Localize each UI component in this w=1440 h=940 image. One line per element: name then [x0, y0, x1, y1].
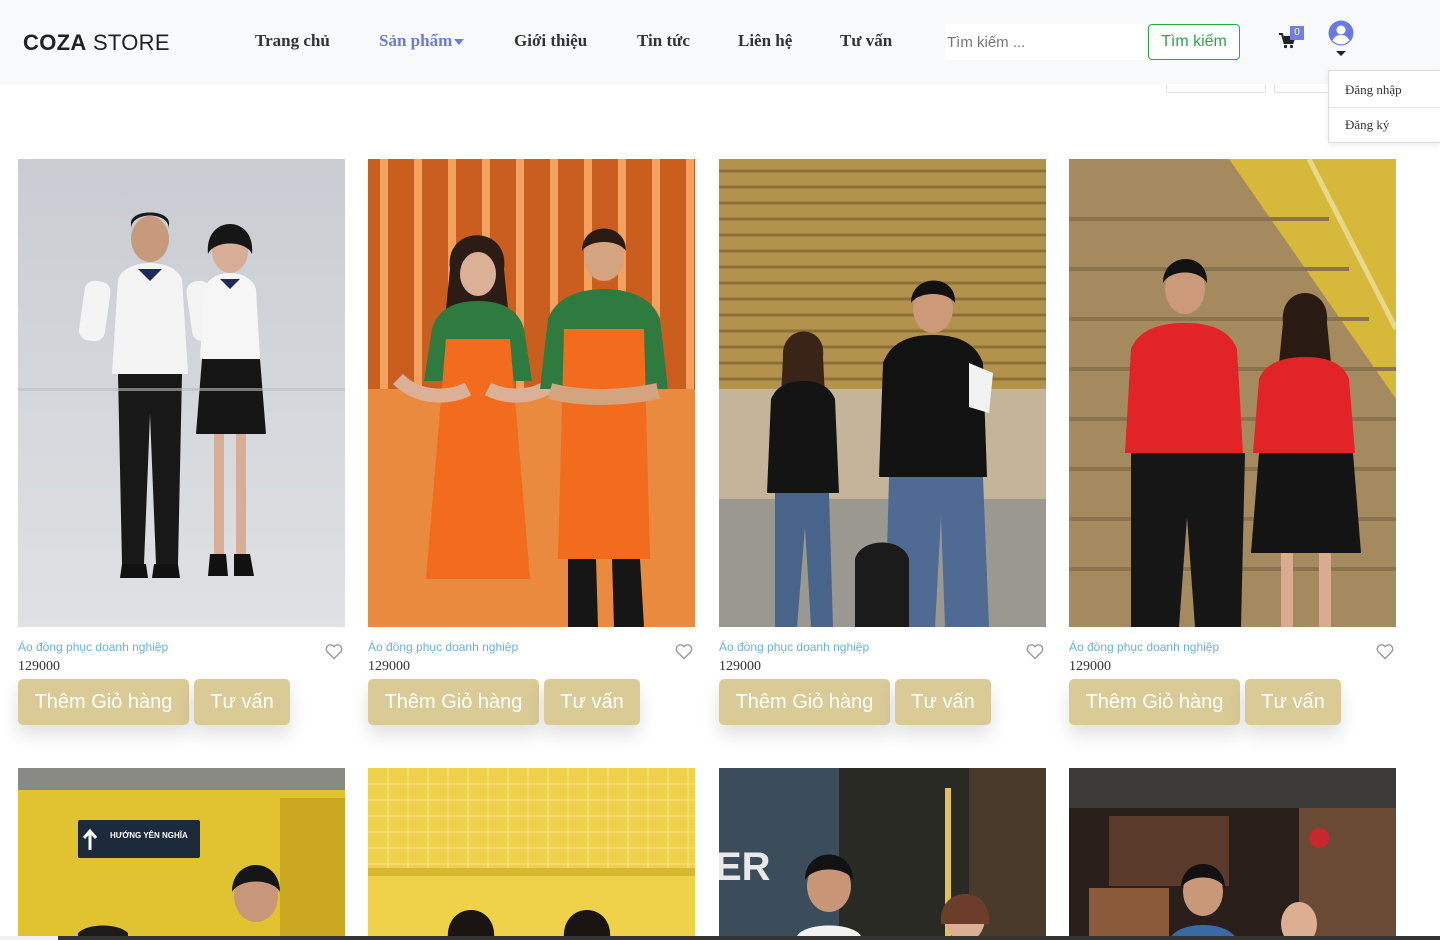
- heart-icon[interactable]: [324, 642, 344, 660]
- product-category-link[interactable]: Áo đồng phục doanh nghiệp: [719, 640, 869, 654]
- product-image[interactable]: [1069, 768, 1396, 940]
- user-avatar-icon[interactable]: [1326, 20, 1356, 60]
- product-image[interactable]: [1069, 159, 1396, 627]
- add-to-cart-button[interactable]: Thêm Giỏ hàng: [18, 679, 189, 725]
- advise-button[interactable]: Tư vấn: [1245, 679, 1341, 725]
- nav-item-news[interactable]: Tin tức: [637, 31, 690, 51]
- product-image[interactable]: [368, 159, 695, 627]
- product-category-link[interactable]: Áo đồng phục doanh nghiệp: [368, 640, 518, 654]
- heart-icon[interactable]: [674, 642, 694, 660]
- product-price: 129000: [1069, 659, 1111, 674]
- search-input[interactable]: [945, 24, 1145, 60]
- product-image[interactable]: ER: [719, 768, 1046, 940]
- station-sign-text: HƯỚNG YÊN NGHĨA: [110, 831, 188, 840]
- product-image[interactable]: [719, 159, 1046, 627]
- hidden-control: [1274, 84, 1334, 93]
- add-to-cart-button[interactable]: Thêm Giỏ hàng: [719, 679, 890, 725]
- search-button[interactable]: Tìm kiếm: [1148, 24, 1240, 60]
- horizontal-scrollbar[interactable]: [0, 936, 1440, 940]
- nav-item-advice[interactable]: Tư vấn: [840, 31, 892, 51]
- heart-icon[interactable]: [1375, 642, 1395, 660]
- product-image[interactable]: [18, 159, 345, 627]
- advise-button[interactable]: Tư vấn: [194, 679, 290, 725]
- nav-item-products[interactable]: Sản phẩm: [379, 31, 465, 51]
- user-dropdown-menu: Đăng nhập Đăng ký: [1328, 70, 1440, 143]
- advise-button[interactable]: Tư vấn: [895, 679, 991, 725]
- product-price: 129000: [18, 659, 60, 674]
- storefront-sign-decor: ER: [719, 845, 771, 889]
- hidden-control: [1166, 84, 1266, 93]
- product-price: 129000: [368, 659, 410, 674]
- login-link[interactable]: Đăng nhập: [1345, 82, 1402, 98]
- scrollbar-track-start: [0, 936, 58, 940]
- product-image[interactable]: HƯỚNG YÊN NGHĨA: [18, 768, 345, 940]
- cart-count-badge: 0: [1290, 26, 1304, 40]
- divider: [1329, 107, 1440, 108]
- logo-bold: COZA: [23, 30, 87, 55]
- site-header: COZA STORE Trang chủ Sản phẩm Giới thiệu…: [0, 0, 1440, 85]
- advise-button[interactable]: Tư vấn: [544, 679, 640, 725]
- add-to-cart-button[interactable]: Thêm Giỏ hàng: [368, 679, 539, 725]
- nav-item-home[interactable]: Trang chủ: [255, 31, 330, 51]
- product-category-link[interactable]: Áo đồng phục doanh nghiệp: [1069, 640, 1219, 654]
- product-category-link[interactable]: Áo đồng phục doanh nghiệp: [18, 640, 168, 654]
- logo-rest: STORE: [86, 30, 170, 55]
- nav-item-about[interactable]: Giới thiệu: [514, 31, 587, 51]
- nav-item-contact[interactable]: Liên hệ: [738, 31, 792, 51]
- heart-icon[interactable]: [1025, 642, 1045, 660]
- logo[interactable]: COZA STORE: [23, 30, 170, 56]
- product-price: 129000: [719, 659, 761, 674]
- product-image[interactable]: [368, 768, 695, 940]
- nav-item-products-label: Sản phẩm: [379, 31, 453, 50]
- add-to-cart-button[interactable]: Thêm Giỏ hàng: [1069, 679, 1240, 725]
- caret-down-icon: [454, 39, 465, 46]
- register-link[interactable]: Đăng ký: [1345, 117, 1389, 133]
